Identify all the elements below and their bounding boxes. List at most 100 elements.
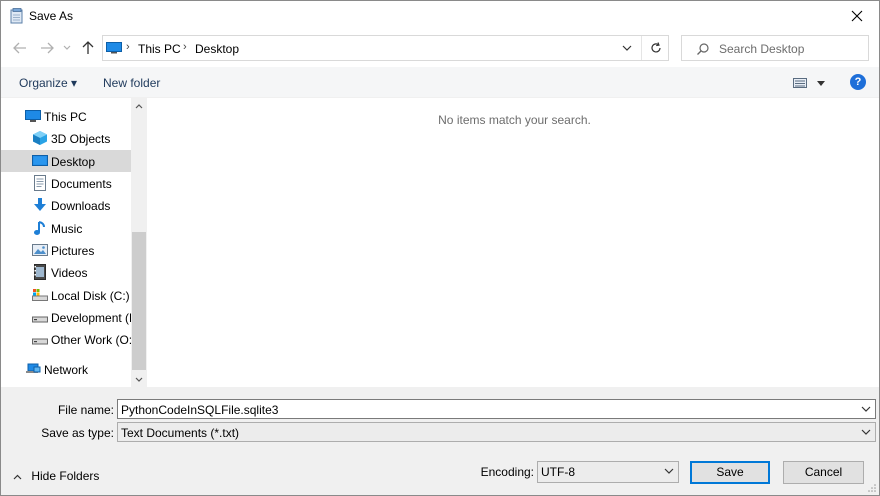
file-list-area[interactable]: No items match your search. bbox=[147, 98, 879, 387]
save-as-dialog: Save As › This PC › Desktop Search Deskt… bbox=[0, 0, 880, 496]
arrow-right-icon bbox=[41, 42, 54, 54]
nav-item-this-pc[interactable]: This PC bbox=[1, 105, 131, 127]
scroll-thumb[interactable] bbox=[132, 232, 146, 370]
3d-objects-icon bbox=[33, 131, 47, 145]
change-view-button[interactable] bbox=[793, 75, 827, 91]
chevron-down-icon bbox=[135, 377, 143, 382]
breadcrumb-separator: › bbox=[126, 41, 130, 53]
nav-item-label: This PC bbox=[44, 110, 87, 124]
close-icon bbox=[851, 10, 863, 22]
save-as-type-select[interactable]: Text Documents (*.txt) bbox=[117, 422, 876, 442]
window-title: Save As bbox=[29, 9, 74, 23]
command-bar: Organize ▾ New folder ? bbox=[1, 67, 879, 98]
up-button[interactable] bbox=[79, 39, 97, 57]
chevron-down-icon bbox=[861, 406, 871, 412]
new-folder-button[interactable]: New folder bbox=[103, 76, 160, 90]
hide-folders-button[interactable]: Hide Folders bbox=[13, 469, 99, 483]
drive-icon bbox=[32, 316, 48, 323]
view-details-icon bbox=[793, 78, 807, 88]
save-as-type-label: Save as type: bbox=[41, 426, 114, 440]
nav-item-downloads[interactable]: Downloads bbox=[1, 194, 131, 216]
nav-item-network[interactable]: Network bbox=[1, 358, 131, 380]
back-button[interactable] bbox=[11, 39, 29, 57]
nav-item-3d-objects[interactable]: 3D Objects bbox=[1, 127, 131, 149]
nav-pane-scrollbar[interactable] bbox=[131, 98, 147, 387]
scroll-up-button[interactable] bbox=[131, 98, 147, 114]
save-as-type-value: Text Documents (*.txt) bbox=[121, 426, 240, 440]
save-button[interactable]: Save bbox=[690, 461, 770, 484]
nav-item-desktop[interactable]: Desktop bbox=[1, 150, 131, 172]
chevron-down-icon bbox=[861, 429, 871, 435]
address-history-dropdown[interactable] bbox=[615, 36, 639, 60]
search-placeholder: Search Desktop bbox=[719, 42, 805, 56]
chevron-down-icon bbox=[817, 81, 825, 86]
file-name-input[interactable]: PythonCodeInSQLFile.sqlite3 bbox=[117, 399, 876, 419]
pictures-icon bbox=[32, 244, 48, 256]
nav-item-label: 3D Objects bbox=[51, 132, 111, 146]
search-icon bbox=[697, 43, 709, 55]
desktop-icon bbox=[32, 155, 48, 166]
encoding-dropdown[interactable] bbox=[662, 464, 676, 478]
cancel-button[interactable]: Cancel bbox=[783, 461, 864, 484]
this-pc-icon bbox=[25, 110, 41, 122]
search-box[interactable]: Search Desktop bbox=[681, 35, 869, 61]
network-icon bbox=[26, 363, 41, 373]
nav-item-documents[interactable]: Documents bbox=[1, 172, 131, 194]
navigation-row: › This PC › Desktop Search Desktop bbox=[1, 31, 879, 67]
close-button[interactable] bbox=[835, 1, 879, 31]
save-as-notepad-icon bbox=[10, 8, 23, 24]
desktop-monitor-icon bbox=[106, 42, 122, 54]
nav-item-label: Documents bbox=[51, 177, 112, 191]
nav-item-local-disk-c[interactable]: Local Disk (C:) bbox=[1, 284, 131, 306]
nav-item-label: Videos bbox=[51, 266, 88, 280]
nav-item-music[interactable]: Music bbox=[1, 217, 131, 239]
local-disk-icon bbox=[32, 289, 48, 301]
chevron-up-icon bbox=[13, 474, 22, 480]
documents-icon bbox=[34, 175, 46, 191]
refresh-button[interactable] bbox=[641, 36, 669, 60]
nav-item-other-work-o[interactable]: Other Work (O:) bbox=[1, 328, 136, 350]
arrow-left-icon bbox=[13, 42, 26, 54]
scroll-down-button[interactable] bbox=[131, 371, 147, 387]
resize-grip-icon[interactable] bbox=[867, 483, 877, 493]
nav-item-development-d[interactable]: Development (D bbox=[1, 306, 138, 328]
save-options-panel: File name: PythonCodeInSQLFile.sqlite3 S… bbox=[1, 387, 879, 495]
downloads-icon bbox=[34, 198, 46, 211]
nav-item-label: Downloads bbox=[51, 199, 111, 213]
breadcrumb-this-pc[interactable]: This PC bbox=[138, 42, 181, 56]
music-icon bbox=[34, 221, 45, 235]
empty-results-message: No items match your search. bbox=[438, 113, 591, 127]
nav-item-label: Other Work (O:) bbox=[51, 333, 137, 347]
address-bar[interactable]: › This PC › Desktop bbox=[102, 35, 669, 61]
nav-item-label: Pictures bbox=[51, 244, 95, 258]
nav-item-label: Desktop bbox=[51, 155, 96, 169]
nav-item-label: Local Disk (C:) bbox=[51, 289, 130, 303]
breadcrumb-desktop[interactable]: Desktop bbox=[195, 42, 239, 56]
chevron-up-icon bbox=[135, 103, 143, 108]
drive-icon bbox=[32, 338, 48, 345]
file-name-dropdown[interactable] bbox=[859, 402, 873, 416]
encoding-value: UTF-8 bbox=[541, 465, 575, 479]
encoding-select[interactable]: UTF-8 bbox=[537, 461, 679, 483]
forward-button[interactable] bbox=[38, 39, 56, 57]
breadcrumb-separator: › bbox=[183, 41, 187, 53]
videos-icon bbox=[34, 264, 46, 280]
nav-item-pictures[interactable]: Pictures bbox=[1, 239, 131, 261]
encoding-label: Encoding: bbox=[480, 465, 534, 479]
file-name-value: PythonCodeInSQLFile.sqlite3 bbox=[121, 403, 279, 417]
save-as-type-dropdown[interactable] bbox=[859, 425, 873, 439]
arrow-up-icon bbox=[82, 41, 94, 54]
organize-menu-button[interactable]: Organize ▾ bbox=[19, 76, 77, 90]
chevron-down-icon bbox=[63, 45, 71, 50]
nav-item-label: Network bbox=[44, 363, 89, 377]
chevron-down-icon bbox=[622, 45, 632, 51]
nav-item-videos[interactable]: Videos bbox=[1, 261, 131, 283]
chevron-down-icon bbox=[664, 468, 674, 474]
file-name-label: File name: bbox=[57, 403, 114, 417]
title-bar: Save As bbox=[1, 1, 879, 31]
nav-item-label: Music bbox=[51, 222, 83, 236]
hide-folders-label: Hide Folders bbox=[31, 469, 100, 483]
help-button[interactable]: ? bbox=[850, 74, 866, 90]
refresh-icon bbox=[650, 42, 661, 53]
recent-locations-button[interactable] bbox=[61, 39, 73, 57]
